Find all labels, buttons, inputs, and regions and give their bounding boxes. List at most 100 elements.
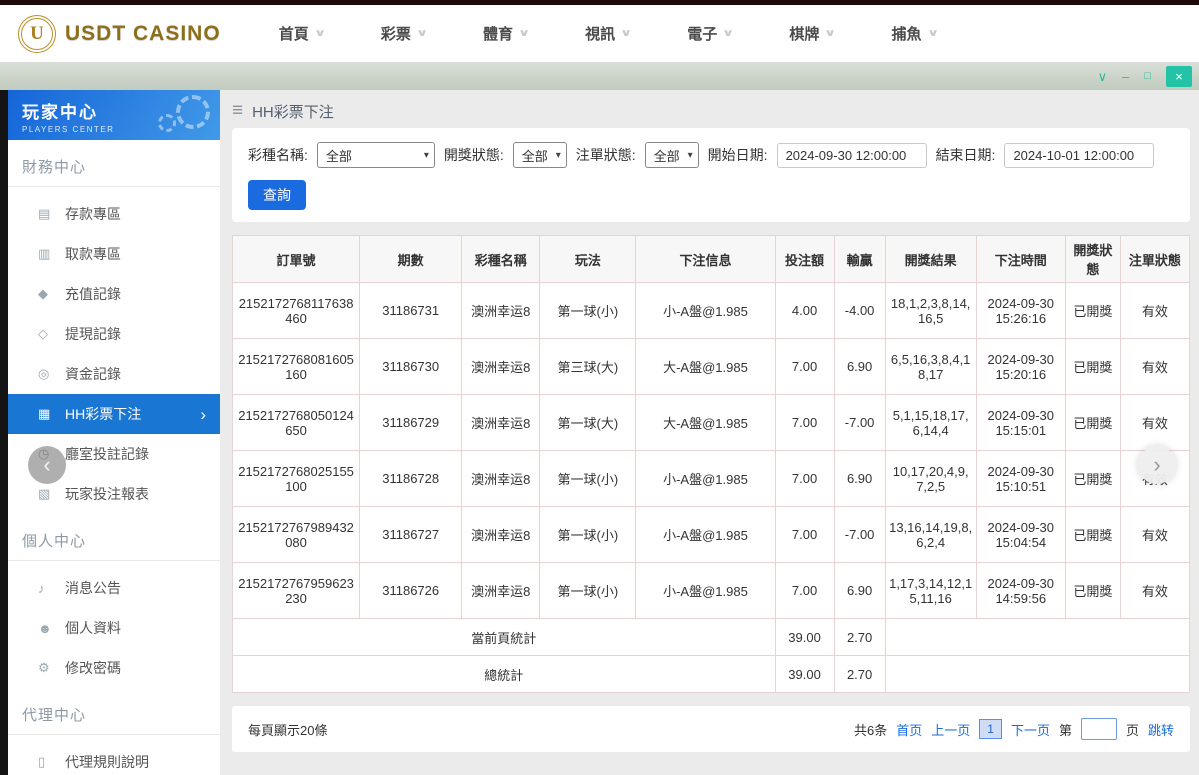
bet-status-select[interactable]: 全部 ▾ — [644, 142, 699, 168]
start-date-input[interactable] — [776, 142, 927, 168]
nav-item-1[interactable]: 首頁 ∨ — [279, 23, 326, 44]
cell-amount: 7.00 — [774, 450, 835, 507]
cell-order: 2152172767959623230 — [231, 562, 361, 619]
cell-draw-status: 已開獎 — [1064, 506, 1121, 563]
chevron-right-icon: › — [200, 404, 206, 424]
sidebar-item[interactable]: ▦ HH彩票下注 › — [8, 394, 220, 434]
sidebar-item[interactable]: ♪ 消息公告 — [8, 568, 220, 608]
deposit-card-icon: ▤ — [38, 206, 51, 221]
cell-bet-status: 有效 — [1119, 506, 1191, 563]
cell-draw-status: 已開獎 — [1064, 338, 1121, 395]
chevron-down-icon: ▾ — [555, 149, 561, 161]
nav-item-5[interactable]: 電子 ∨ — [687, 23, 735, 44]
cell-result: 6,5,16,3,8,4,18,17 — [884, 338, 977, 395]
cell-bet-status: 有效 — [1119, 562, 1191, 619]
cell-period: 31186730 — [359, 338, 463, 395]
sidebar-item[interactable]: ◇ 提現記錄 — [8, 314, 220, 354]
sidebar-item[interactable]: ▥ 取款專區 — [8, 234, 220, 274]
cell-time: 2024-09-30 15:26:16 — [975, 282, 1066, 339]
scroll-right-button[interactable]: › — [1138, 446, 1176, 484]
main-content: ≡ HH彩票下注 彩種名稱: 全部 ▾ 開獎狀態: 全部 ▾ 注單狀態: 全部 … — [220, 90, 1199, 775]
end-date-label: 結束日期: — [935, 147, 996, 163]
sidebar-item[interactable]: ⚙ 修改密碼 — [8, 648, 220, 688]
cell-period: 31186727 — [359, 506, 463, 563]
cell-draw-status: 已開獎 — [1064, 282, 1121, 339]
table-header-row: 訂單號 期數 彩種名稱 玩法 下注信息 投注額 輸贏 開獎結果 下注時間 開獎狀態 注單狀態 — [231, 235, 1191, 283]
cell-bet-info: 大-A盤@1.985 — [635, 338, 776, 395]
window-collapse-icon[interactable]: ∨ — [1098, 70, 1108, 83]
left-dark-strip — [0, 90, 8, 775]
jump-link[interactable]: 跳转 — [1148, 720, 1174, 739]
summary-label: 當前頁統計 — [232, 618, 776, 656]
column-header: 下注信息 — [635, 235, 776, 283]
page-jump-input[interactable] — [1080, 718, 1117, 740]
cell-play: 第三球(大) — [539, 338, 637, 395]
table-body: 2152172768117638460 31186731 澳洲幸运8 第一球(小) 小-… — [231, 282, 1191, 693]
cell-period: 31186729 — [359, 394, 463, 451]
summary-winloss: 2.70 — [833, 618, 886, 656]
chevron-down-icon: ∨ — [722, 28, 735, 39]
window-minimize-icon[interactable]: – — [1122, 70, 1129, 83]
page-word-prefix: 第 — [1058, 722, 1072, 738]
cell-winloss: -4.00 — [833, 282, 886, 339]
top-navbar: U USDT CASINO 首頁 ∨ 彩票 ∨ 體育 ∨ 視訊 ∨ 電子 ∨ 棋牌 ∨ 捕魚 ∨ — [0, 5, 1199, 62]
app-window: U USDT CASINO 首頁 ∨ 彩票 ∨ 體育 ∨ 視訊 ∨ 電子 ∨ 棋牌 ∨ 捕魚 ∨ ∨ – … — [0, 0, 1199, 775]
nav-item-label: 體育 — [482, 26, 513, 43]
current-page[interactable]: 1 — [979, 719, 1002, 739]
summary-row: 總統計 39.00 2.70 — [232, 655, 1191, 693]
cell-play: 第一球(小) — [539, 562, 637, 619]
nav-item-3[interactable]: 體育 ∨ — [482, 23, 530, 44]
column-header: 玩法 — [539, 235, 637, 283]
cell-bet-status: 有效 — [1119, 338, 1191, 395]
first-page-link[interactable]: 首页 — [896, 720, 922, 739]
sidebar-section-label: 個人中心 — [8, 514, 220, 561]
sidebar-item-label: 代理規則說明 — [65, 754, 149, 770]
nav-item-7[interactable]: 捕魚 ∨ — [892, 23, 939, 44]
summary-winloss: 2.70 — [833, 655, 886, 693]
end-date-input[interactable] — [1004, 142, 1155, 168]
sidebar-header: 玩家中心 PLAYERS CENTER — [8, 90, 220, 140]
nav-item-4[interactable]: 視訊 ∨ — [585, 23, 632, 44]
column-header: 開獎狀態 — [1064, 235, 1121, 283]
cell-order: 2152172768025155100 — [231, 450, 361, 507]
pagination-bar: 每頁顯示20條 共6条 首页 上一页 1 下一页 第 页 跳转 — [232, 706, 1190, 752]
menu-icon[interactable]: ≡ — [232, 100, 243, 122]
logo[interactable]: U USDT CASINO — [18, 14, 221, 53]
draw-status-select[interactable]: 全部 ▾ — [512, 142, 567, 168]
logo-text: USDT CASINO — [65, 21, 221, 45]
sidebar-item[interactable]: ◎ 資金記錄 — [8, 354, 220, 394]
sidebar-section-label: 代理中心 — [8, 688, 220, 735]
search-button[interactable]: 查詢 — [248, 180, 306, 210]
start-date-label: 開始日期: — [707, 147, 768, 163]
cell-result: 1,17,3,14,12,15,11,16 — [884, 562, 977, 619]
sidebar-item[interactable]: ▯ 代理規則說明 — [8, 742, 220, 775]
chevron-down-icon: ∨ — [415, 28, 428, 39]
cell-order: 2152172768117638460 — [231, 282, 361, 339]
cell-bet-status: 有效 — [1119, 282, 1191, 339]
table-row: 2152172767989432080 31186727 澳洲幸运8 第一球(小) 小-… — [231, 506, 1191, 563]
nav-item-6[interactable]: 棋牌 ∨ — [789, 23, 836, 44]
scroll-left-button[interactable]: ‹ — [28, 446, 66, 484]
summary-label: 總統計 — [232, 655, 776, 693]
next-page-link[interactable]: 下一页 — [1011, 720, 1050, 739]
cell-play: 第一球(大) — [539, 394, 637, 451]
cell-draw-status: 已開獎 — [1064, 394, 1121, 451]
draw-status-label: 開獎狀態: — [443, 147, 504, 163]
nav-item-2[interactable]: 彩票 ∨ — [381, 23, 428, 44]
cell-winloss: -7.00 — [833, 394, 886, 451]
cell-amount: 7.00 — [774, 506, 835, 563]
cell-draw-status: 已開獎 — [1064, 562, 1121, 619]
sidebar-item[interactable]: ▤ 存款專區 — [8, 194, 220, 234]
prev-page-link[interactable]: 上一页 — [931, 720, 970, 739]
sidebar-item[interactable]: ◆ 充值記錄 — [8, 274, 220, 314]
column-header: 訂單號 — [231, 235, 361, 283]
window-maximize-icon[interactable]: □ — [1144, 70, 1151, 82]
cell-bet-info: 小-A盤@1.985 — [635, 562, 776, 619]
sidebar-item-label: 取款專區 — [65, 246, 121, 262]
lottery-type-select[interactable]: 全部 ▾ — [316, 142, 435, 168]
window-close-icon[interactable]: × — [1166, 65, 1192, 87]
nav-item-label: 視訊 — [585, 26, 616, 43]
cell-period: 31186731 — [359, 282, 463, 339]
bets-table-wrap: 訂單號 期數 彩種名稱 玩法 下注信息 投注額 輸贏 開獎結果 下注時間 開獎狀態 注單狀態 215… — [231, 235, 1191, 693]
sidebar-item[interactable]: ☻ 個人資料 — [8, 608, 220, 648]
